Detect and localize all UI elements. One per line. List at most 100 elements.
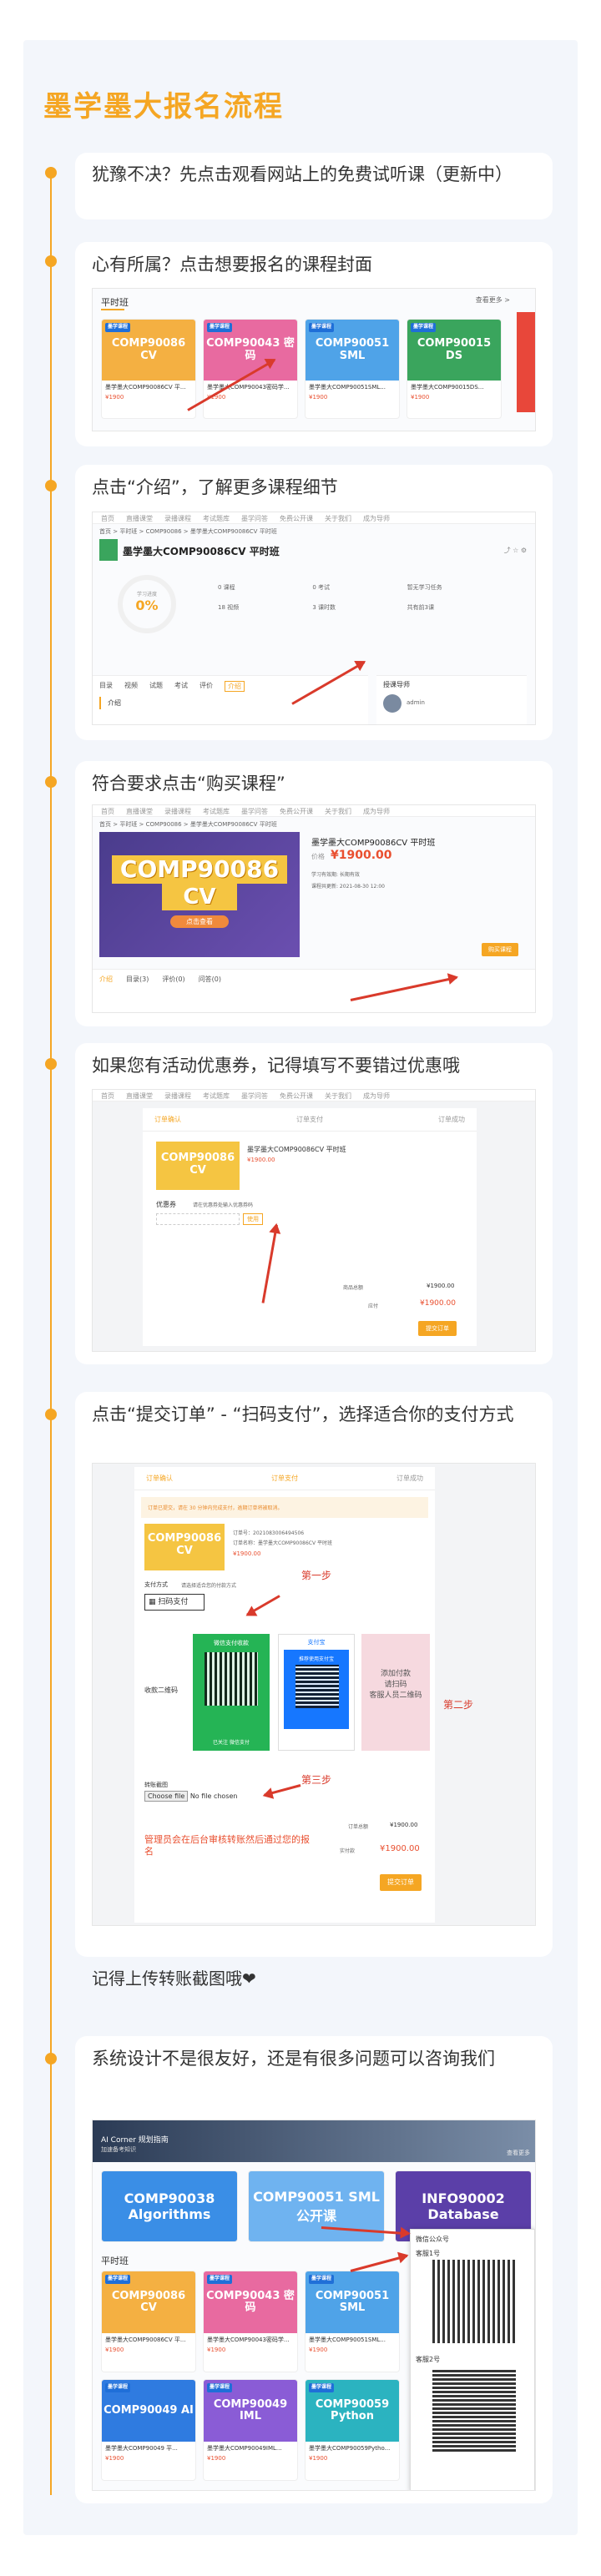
nav-item[interactable]: 考试题库 [203,808,230,815]
cover-title: COMP90086 [147,1532,222,1545]
course-cover[interactable]: 墨学课程 COMP90015 DS [407,320,501,381]
tab-video[interactable]: 视频 [124,681,138,692]
progress-ring: 学习进度 0% [118,575,176,633]
course-caption: 墨学墨大COMP90086CV 平... [105,2337,186,2344]
order-step: 订单支付 [271,1475,298,1482]
step-text: 点击“提交订单” - “扫码支付”，选择适合你的支付方式 [92,1404,514,1424]
coupon-apply-button[interactable]: 使用 [243,1213,263,1225]
share-icons[interactable]: ⤴ ☆ ⚙ [504,546,527,555]
total: ¥1900.00 [420,1299,456,1308]
course-cover[interactable]: 墨学课程 COMP90049 AI [102,2380,195,2442]
course-card[interactable]: 墨学课程 COMP90051 SML 墨学墨大COMP90051SML... ¥190… [305,319,400,419]
site-nav: 首页 直播课堂 录播课程 考试题库 墨学问答 免费公开课 关于我们 成为导师 [93,805,535,817]
course-caption: 墨学墨大COMP90049 平... [105,2445,178,2452]
course-cover[interactable]: 墨学课程 COMP90051 SML [306,320,399,381]
step-card-4: 符合要求点击“购买课程” 首页 直播课堂 录播课程 考试题库 墨学问答 免费公开课 关于我们… [75,761,553,1026]
cover-subtitle: CV [162,884,237,910]
course-card[interactable]: 墨学课程 COMP90043 密码 墨学墨大COMP90043密码学... ¥1900 [203,319,298,419]
nav-item[interactable]: 免费公开课 [280,1092,313,1100]
nav-item[interactable]: 关于我们 [325,808,351,815]
upload-field[interactable]: Choose file No file chosen [144,1791,237,1802]
course-info: 课程共更新: 2021-08-30 12:00 [311,884,385,890]
submit-order-button[interactable]: 提交订单 [418,1321,457,1336]
order-step: 订单确认 [154,1116,181,1123]
side-toolbar[interactable] [517,312,535,412]
buy-course-button[interactable]: 购买课程 [482,943,518,956]
course-card[interactable]: 墨学课程 COMP90049 IML 墨学墨大COMP90049IML... ¥190… [203,2379,298,2481]
order-course-title: 墨学墨大COMP90086CV 平时班 [247,1146,346,1153]
nav-item[interactable]: 成为导师 [363,515,390,522]
tab-exam[interactable]: 考试 [174,681,188,692]
course-cover[interactable]: COMP90086 CV 点击查看 [99,832,300,957]
alipay-title: 推荐使用支付宝 [298,1656,334,1662]
course-card[interactable]: 墨学课程 COMP90043 密码 墨学墨大COMP90043密码学... ¥1900 [203,2271,298,2372]
nav-item[interactable]: 录播课程 [164,515,191,522]
tab-intro[interactable]: 介绍 [225,681,245,692]
upload-label: 转账截图 [144,1782,168,1788]
coupon-input[interactable] [156,1213,240,1225]
nav-item[interactable]: 考试题库 [203,1092,230,1100]
home-banner: AI Corner 规划指南 加速备考知识 查看更多 [93,2120,535,2162]
nav-item[interactable]: 成为导师 [363,808,390,815]
more-link[interactable]: 查看更多 > [476,295,510,305]
course-tag: 墨学课程 [207,2275,233,2284]
step-text: 符合要求点击“购买课程” [92,774,285,794]
step-text: 如果您有活动优惠券，记得填写不要错过优惠哦 [92,1056,460,1076]
screenshot-buy-course: 首页 直播课堂 录播课程 考试题库 墨学问答 免费公开课 关于我们 成为导师 首页 > 平时班… [92,804,536,1013]
step-text: 犹豫不决？先点击观看网站上的免费试听课（更新中） [92,164,513,184]
more-link[interactable]: 查看更多 [507,2149,530,2157]
nav-item[interactable]: 首页 [101,808,114,815]
submit-order-button[interactable]: 提交订单 [380,1874,422,1891]
nav-item[interactable]: 录播课程 [164,808,191,815]
course-price: ¥1900 [105,394,124,401]
course-cover[interactable]: 墨学课程 COMP90043 密码 [204,2271,297,2334]
wechat-title: 微信支付收款 [214,1640,249,1646]
free-course-card[interactable]: COMP90038 Algorithms [101,2170,238,2242]
nav-item[interactable]: 成为导师 [363,1092,390,1100]
nav-item[interactable]: 直播课堂 [126,808,153,815]
course-title: 墨学墨大COMP90086CV 平时班 [311,839,436,848]
alipay-panel: 推荐使用支付宝 [284,1650,349,1729]
cover-title: COMP90049 AI [104,2404,194,2417]
tab-review[interactable]: 评价 [199,681,213,692]
course-tag: 墨学课程 [105,2383,131,2392]
nav-item[interactable]: 录播课程 [164,1092,191,1100]
tab-intro[interactable]: 介绍 [99,975,113,1009]
tab-qa[interactable]: 问答(0) [199,975,221,1009]
nav-item[interactable]: 关于我们 [325,515,351,522]
popup-title: 微信公众号 [416,2236,449,2243]
nav-item[interactable]: 直播课堂 [126,1092,153,1100]
course-cover[interactable]: 墨学课程 COMP90086 CV [102,320,195,381]
nav-item[interactable]: 免费公开课 [280,515,313,522]
course-cover[interactable]: 墨学课程 COMP90051 SML [306,2271,399,2334]
course-cover[interactable]: 墨学课程 COMP90086 CV [102,2271,195,2334]
nav-item[interactable]: 墨学问答 [241,808,268,815]
nav-item[interactable]: 直播课堂 [126,515,153,522]
course-cover[interactable]: 墨学课程 COMP90049 IML [204,2380,297,2442]
nav-item[interactable]: 墨学问答 [241,1092,268,1100]
teacher-avatar [383,694,402,713]
course-card[interactable]: 墨学课程 COMP90086 CV 墨学墨大COMP90086CV 平... ¥190… [101,2271,196,2372]
course-card[interactable]: 墨学课程 COMP90051 SML 墨学墨大COMP90051SML... ¥190… [305,2271,400,2372]
nav-item[interactable]: 首页 [101,515,114,522]
nav-item[interactable]: 首页 [101,1092,114,1100]
course-card[interactable]: 墨学课程 COMP90059 Python 墨学墨大COMP90059Pytho..… [305,2379,400,2481]
choose-file-button[interactable]: Choose file [144,1791,189,1802]
tab-review[interactable]: 评价(0) [162,975,184,1009]
section-title: 平时班 [101,2256,129,2266]
nav-item[interactable]: 免费公开课 [280,808,313,815]
timeline-dot [45,776,57,788]
nav-item[interactable]: 墨学问答 [241,515,268,522]
nav-item[interactable]: 关于我们 [325,1092,351,1100]
cs1-label: 客服1号 [416,2250,441,2257]
course-cover[interactable]: 墨学课程 COMP90059 Python [306,2380,399,2442]
tab-questions[interactable]: 试题 [149,681,163,692]
course-card[interactable]: 墨学课程 COMP90015 DS 墨学墨大COMP90015DS... ¥1900 [407,319,502,419]
scan-pay-option[interactable]: ▦ 扫码支付 [144,1594,205,1611]
tab-catalog[interactable]: 目录(3) [126,975,149,1009]
course-card[interactable]: 墨学课程 COMP90086 CV 墨学墨大COMP90086CV 平... ¥190… [101,319,196,419]
course-card[interactable]: 墨学课程 COMP90049 AI 墨学墨大COMP90049 平... ¥1900 [101,2379,196,2481]
cover-title: COMP90086 CV [111,337,186,362]
nav-item[interactable]: 考试题库 [203,515,230,522]
tab-catalog[interactable]: 目录 [99,681,113,692]
